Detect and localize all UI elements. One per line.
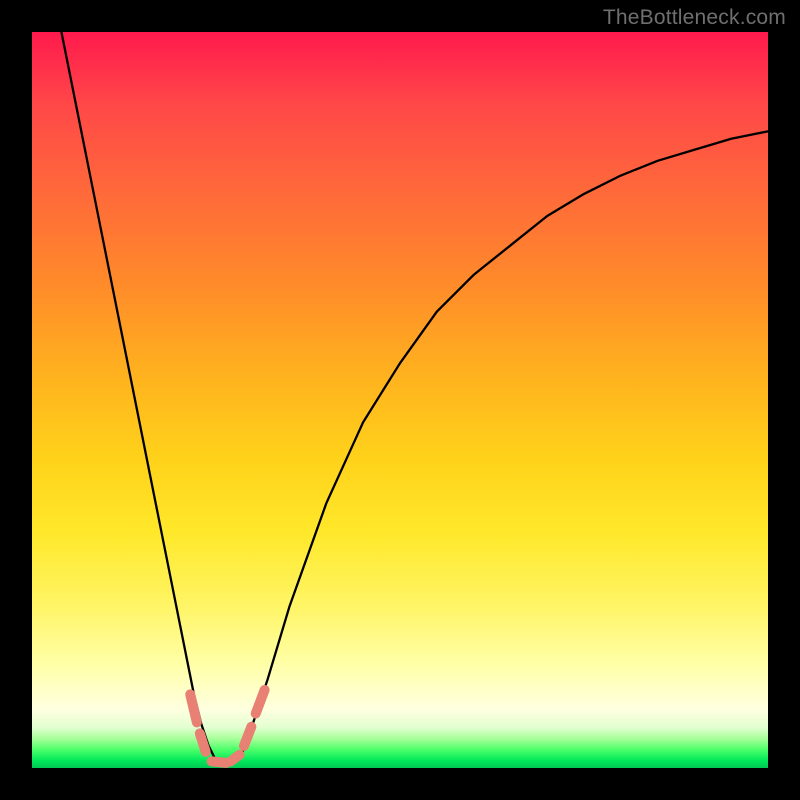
- curve-line: [61, 32, 768, 764]
- bottom-segment-1: [212, 761, 227, 762]
- plot-area: [32, 32, 768, 768]
- right-segment-2: [256, 690, 265, 714]
- bottom-segment-2: [231, 755, 240, 762]
- curve-path: [61, 32, 768, 764]
- left-segment-1: [190, 694, 197, 722]
- chart-frame: TheBottleneck.com: [0, 0, 800, 800]
- chart-svg: [32, 32, 768, 768]
- watermark-text: TheBottleneck.com: [603, 6, 786, 30]
- right-segment-1: [244, 727, 251, 746]
- left-segment-2: [200, 733, 206, 751]
